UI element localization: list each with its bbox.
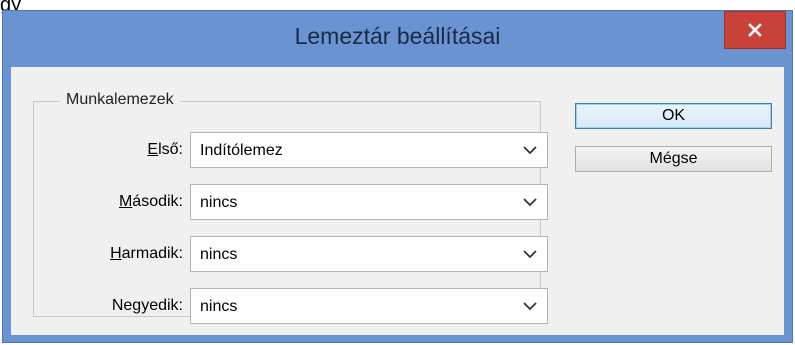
close-button[interactable] — [724, 11, 786, 49]
second-disk-value: nincs — [200, 194, 238, 211]
dialog-client-area: Munkalemezek Első: Indítólemez Második: … — [11, 67, 784, 335]
third-disk-select[interactable]: nincs — [190, 236, 548, 272]
first-disk-value: Indítólemez — [200, 142, 283, 159]
mnemonic-letter: M — [118, 193, 133, 210]
title-bar[interactable]: Lemeztár beállításai — [3, 11, 792, 67]
mnemonic-letter: H — [110, 245, 122, 262]
dialog-window: Lemeztár beállításai Munkalemezek Első: … — [2, 10, 793, 343]
scratch-disks-group: Munkalemezek Első: Indítólemez Második: … — [33, 91, 548, 324]
scratch-disk-row-first: Első: Indítólemez — [34, 132, 548, 168]
third-disk-label: Harmadik: — [110, 245, 183, 262]
mnemonic-letter: E — [147, 141, 159, 158]
third-disk-value: nincs — [200, 246, 238, 263]
fourth-disk-value: nincs — [200, 298, 238, 315]
first-disk-select[interactable]: Indítólemez — [190, 132, 548, 168]
second-disk-label: Második: — [118, 193, 183, 210]
group-legend: Munkalemezek — [60, 91, 180, 109]
scratch-disk-row-second: Második: nincs — [34, 184, 548, 220]
chevron-down-icon — [523, 198, 537, 207]
chevron-down-icon — [523, 146, 537, 155]
mnemonic-letter: g — [132, 297, 142, 314]
scratch-disk-row-third: Harmadik: nincs — [34, 236, 548, 272]
scratch-disk-row-fourth: Negyedik: nincs — [34, 288, 548, 324]
cancel-button[interactable]: Mégse — [575, 146, 772, 172]
fourth-disk-label: Negyedik: — [111, 297, 183, 314]
close-x-icon — [748, 23, 762, 37]
second-disk-select[interactable]: nincs — [190, 184, 548, 220]
dialog-title: Lemeztár beállításai — [294, 23, 501, 49]
first-disk-label: Első: — [147, 141, 183, 158]
chevron-down-icon — [523, 302, 537, 311]
fourth-disk-select[interactable]: nincs — [190, 288, 548, 324]
chevron-down-icon — [523, 250, 537, 259]
ok-button[interactable]: OK — [575, 103, 772, 129]
